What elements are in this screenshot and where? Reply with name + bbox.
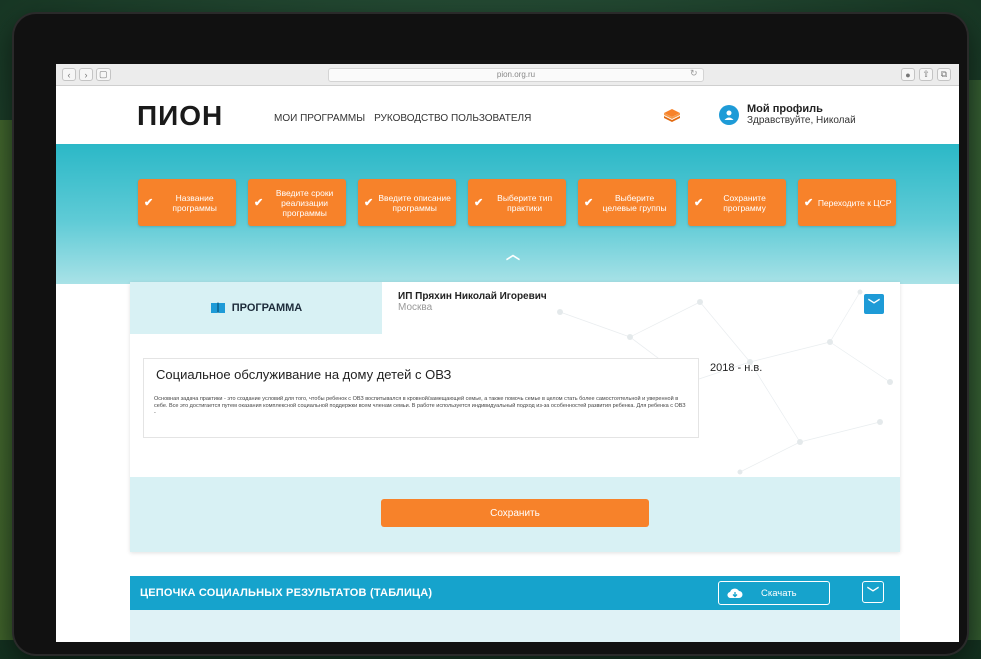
step-item[interactable]: ✔ Сохраните программу xyxy=(688,179,786,226)
program-description-box[interactable]: Социальное обслуживание на дому детей с … xyxy=(143,358,699,438)
step-label: Выберите целевые группы xyxy=(602,192,667,213)
collapse-chevron-up-icon[interactable]: ︿ xyxy=(506,244,520,264)
main-nav: МОИ ПРОГРАММЫ РУКОВОДСТВО ПОЛЬЗОВАТЕЛЯ xyxy=(274,113,531,124)
step-item[interactable]: ✔ Введите описание программы xyxy=(358,179,456,226)
back-button[interactable]: ‹ xyxy=(62,68,76,81)
site-header: ПИОН МОИ ПРОГРАММЫ РУКОВОДСТВО ПОЛЬЗОВАТ… xyxy=(56,86,959,144)
step-item[interactable]: ✔ Переходите к ЦСР xyxy=(798,179,896,226)
program-heading: Социальное обслуживание на дому детей с … xyxy=(156,367,452,382)
reload-icon[interactable]: ↻ xyxy=(690,68,698,79)
check-icon: ✔ xyxy=(694,197,704,209)
social-results-chain-bar: ЦЕПОЧКА СОЦИАЛЬНЫХ РЕЗУЛЬТАТОВ (ТАБЛИЦА)… xyxy=(130,576,900,610)
site-logo[interactable]: ПИОН xyxy=(137,100,223,132)
profile-title: Мой профиль xyxy=(747,103,823,115)
card-header: ПРОГРАММА ИП Пряхин Николай Игоревич Мос… xyxy=(130,282,900,334)
steps-list: ✔ Название программы ✔ Введите сроки реали… xyxy=(138,179,896,226)
laptop-frame: ‹ › ▢ pion.org.ru ↻ ● ⇧ ⧉ ПИОН МОИ ПРОГР… xyxy=(14,14,967,654)
owner-name: ИП Пряхин Николай Игоревич xyxy=(398,291,547,302)
forward-button[interactable]: › xyxy=(79,68,93,81)
browser-right-buttons: ● ⇧ ⧉ xyxy=(901,68,951,81)
step-item[interactable]: ✔ Выберите тип практики xyxy=(468,179,566,226)
program-period: 2018 - н.в. xyxy=(710,362,763,374)
step-item[interactable]: ✔ Выберите целевые группы xyxy=(578,179,676,226)
chain-title: ЦЕПОЧКА СОЦИАЛЬНЫХ РЕЗУЛЬТАТОВ (ТАБЛИЦА) xyxy=(140,587,433,599)
step-item[interactable]: ✔ Введите сроки реализации программы xyxy=(248,179,346,226)
step-label: Переходите к ЦСР xyxy=(817,197,892,208)
tabs-icon[interactable]: ⧉ xyxy=(937,68,951,81)
step-label: Название программы xyxy=(172,192,217,213)
nav-my-programs[interactable]: МОИ ПРОГРАММЫ xyxy=(274,113,365,124)
check-icon: ✔ xyxy=(254,197,264,209)
profile-greeting: Здравствуйте, Николай xyxy=(747,115,856,126)
check-icon: ✔ xyxy=(474,197,484,209)
address-bar[interactable]: pion.org.ru xyxy=(328,68,704,82)
browser-screen: ‹ › ▢ pion.org.ru ↻ ● ⇧ ⧉ ПИОН МОИ ПРОГР… xyxy=(56,64,959,642)
download-button[interactable]: Скачать xyxy=(718,581,830,605)
owner-city: Москва xyxy=(398,302,433,313)
sidebar-toggle-button[interactable]: ▢ xyxy=(96,68,111,81)
browser-toolbar: ‹ › ▢ pion.org.ru ↻ ● ⇧ ⧉ xyxy=(56,64,959,86)
share-icon[interactable]: ⇧ xyxy=(919,68,933,81)
check-icon: ✔ xyxy=(804,197,814,209)
expand-chevron-down-button[interactable]: ﹀ xyxy=(864,294,884,314)
profile-block[interactable]: Мой профиль Здравствуйте, Николай xyxy=(719,103,856,126)
browser-nav-buttons: ‹ › ▢ xyxy=(62,68,111,81)
download-label: Скачать xyxy=(761,587,797,599)
nav-user-guide[interactable]: РУКОВОДСТВО ПОЛЬЗОВАТЕЛЯ xyxy=(374,113,531,124)
book-icon xyxy=(210,302,225,313)
program-owner: ИП Пряхин Николай Игоревич Москва xyxy=(398,291,547,313)
cloud-download-icon xyxy=(727,588,743,599)
check-icon: ✔ xyxy=(144,197,154,209)
step-label: Введите сроки реализации программы xyxy=(275,187,334,218)
profile-text: Мой профиль Здравствуйте, Николай xyxy=(747,103,856,126)
program-card: ПРОГРАММА ИП Пряхин Николай Игоревич Мос… xyxy=(130,282,900,552)
layers-icon[interactable] xyxy=(663,108,681,124)
program-tab-title: ПРОГРАММА xyxy=(231,302,303,314)
user-avatar-icon xyxy=(719,104,739,125)
chain-expand-chevron-down-icon[interactable]: ﹀ xyxy=(862,581,884,603)
step-label: Выберите тип практики xyxy=(497,192,553,213)
step-label: Сохраните программу xyxy=(723,192,766,213)
save-button[interactable]: Сохранить xyxy=(381,499,649,527)
check-icon: ✔ xyxy=(364,197,374,209)
step-item[interactable]: ✔ Название программы xyxy=(138,179,236,226)
steps-band: ✔ Название программы ✔ Введите сроки реали… xyxy=(56,144,959,284)
check-icon: ✔ xyxy=(584,197,594,209)
download-icon[interactable]: ● xyxy=(901,68,915,81)
step-label: Введите описание программы xyxy=(378,192,451,213)
program-tab[interactable]: ПРОГРАММА xyxy=(130,282,382,334)
save-area: Сохранить xyxy=(130,477,900,552)
chain-table-body xyxy=(130,610,900,642)
program-description: Основная задача практики - это создание … xyxy=(154,396,686,416)
